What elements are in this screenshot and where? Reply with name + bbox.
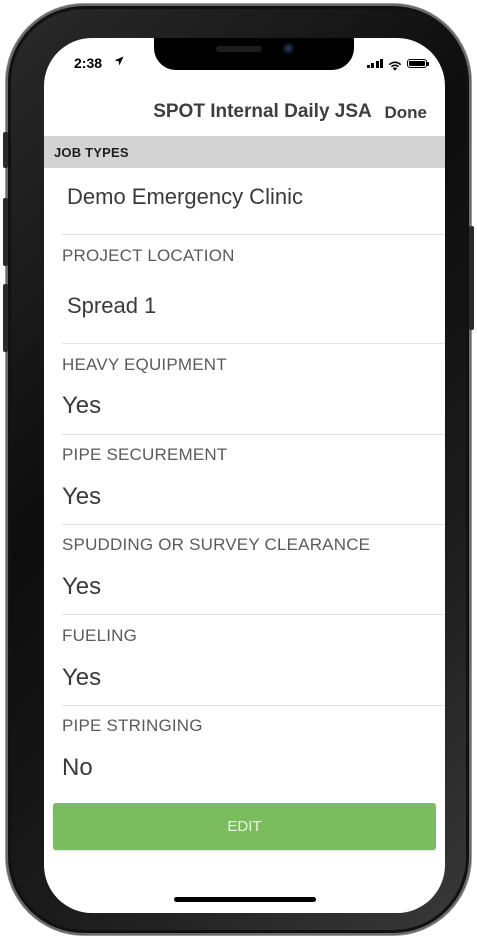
- app-screen: 2:38 SPOT Internal Daily JSA Done JOB TY…: [44, 38, 445, 913]
- silent-switch: [3, 132, 8, 168]
- speaker-grille: [216, 46, 262, 52]
- phone-frame: 2:38 SPOT Internal Daily JSA Done JOB TY…: [3, 4, 474, 935]
- divider: [62, 234, 445, 235]
- field-label-fueling: FUELING: [62, 626, 138, 645]
- section-header: JOB TYPES: [44, 136, 445, 168]
- power-button: [469, 226, 474, 330]
- wifi-icon: [388, 58, 402, 71]
- front-camera: [283, 43, 294, 54]
- nav-bar: SPOT Internal Daily JSA Done: [44, 93, 445, 135]
- field-value-pipe-stringing: No: [62, 754, 93, 781]
- status-time: 2:38: [74, 55, 103, 71]
- volume-up-button: [3, 198, 8, 266]
- divider: [62, 434, 445, 435]
- cellular-signal-icon: [366, 58, 383, 68]
- field-value-project-location: Spread 1: [67, 293, 157, 318]
- done-button[interactable]: Done: [385, 103, 428, 123]
- divider: [62, 524, 445, 525]
- divider: [62, 343, 445, 344]
- field-label-spudding-survey-clearance: SPUDDING OR SURVEY CLEARANCE: [62, 535, 371, 554]
- field-value-heavy-equipment: Yes: [62, 392, 102, 419]
- field-label-heavy-equipment: HEAVY EQUIPMENT: [62, 355, 227, 374]
- field-label-pipe-stringing: PIPE STRINGING: [62, 716, 203, 735]
- location-arrow-icon: [114, 56, 124, 69]
- field-label-project-location: PROJECT LOCATION: [62, 246, 235, 265]
- notch: [154, 38, 354, 70]
- field-label-pipe-securement: PIPE SECUREMENT: [62, 445, 228, 464]
- field-value-spudding-survey-clearance: Yes: [62, 573, 102, 600]
- job-type-value: Demo Emergency Clinic: [67, 184, 303, 209]
- divider: [62, 614, 445, 615]
- divider: [62, 705, 445, 706]
- volume-down-button: [3, 284, 8, 352]
- status-indicators: [366, 58, 429, 71]
- battery-icon: [407, 58, 429, 68]
- home-indicator[interactable]: [174, 897, 316, 902]
- section-header-label: JOB TYPES: [54, 145, 129, 160]
- edit-button[interactable]: EDIT: [53, 803, 436, 850]
- field-value-pipe-securement: Yes: [62, 483, 102, 510]
- field-value-fueling: Yes: [62, 664, 102, 691]
